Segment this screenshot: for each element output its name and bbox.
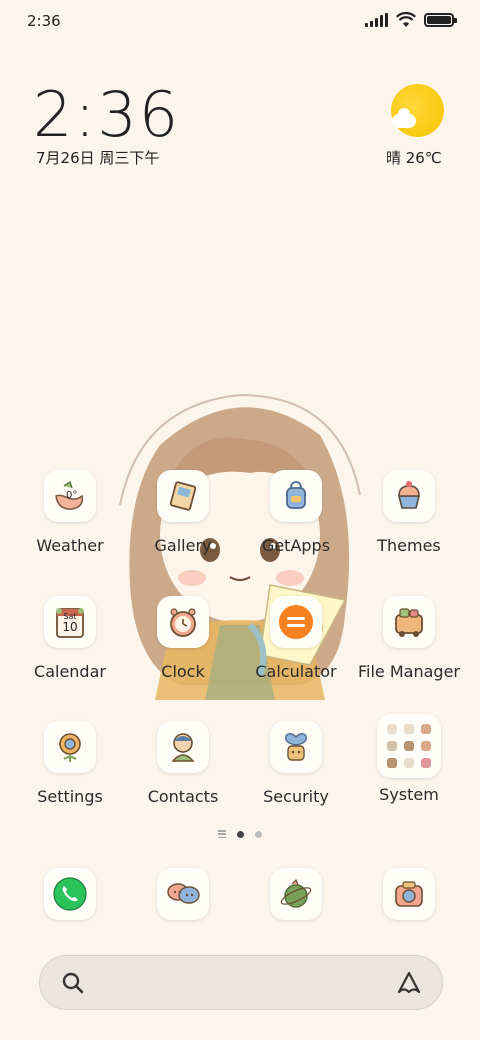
calendar-icon: Sat 10 [44,596,96,648]
browser-icon [270,868,322,920]
folder-icon [377,714,441,778]
app-settings[interactable]: Settings [14,721,126,806]
weather-icon: 0° [44,470,96,522]
settings-icon [44,721,96,773]
app-label-settings: Settings [37,787,103,806]
weather-widget-text[interactable]: 晴 26℃ [386,147,442,168]
status-time: 2:36 [27,12,61,30]
app-drawer-lines-icon[interactable] [218,830,226,838]
folder-mini-icon [386,723,397,734]
wifi-icon [396,12,416,27]
folder-mini-icon [403,758,414,769]
folder-mini-icon [403,723,414,734]
themes-icon [383,470,435,522]
clock-widget-time[interactable]: 2:36 [33,78,180,151]
clock-widget-date[interactable]: 7月26日 周三下午 [36,147,159,168]
app-label-themes: Themes [377,536,441,555]
calculator-icon [270,596,322,648]
battery-icon [424,13,457,27]
app-weather[interactable]: 0° Weather [14,470,126,555]
folder-mini-icon [421,723,432,734]
folder-mini-icon [386,758,397,769]
cloud-icon [392,108,416,128]
signal-icon [365,13,388,27]
app-label-system: System [379,785,439,804]
app-themes[interactable]: Themes [353,470,465,555]
dock-camera[interactable] [353,868,465,920]
calendar-icon-date: 10 [62,620,78,634]
folder-system[interactable]: System [353,714,465,804]
app-label-clock: Clock [161,662,205,681]
phone-icon [44,868,96,920]
dock-phone[interactable] [14,868,126,920]
app-label-security: Security [263,787,329,806]
search-bar[interactable] [39,955,443,1010]
folder-mini-icon [386,740,397,751]
assistant-icon[interactable] [396,970,422,996]
app-label-weather: Weather [36,536,104,555]
app-label-getapps: GetApps [261,536,331,555]
folder-mini-icon [403,740,414,751]
app-label-contacts: Contacts [147,787,219,806]
contacts-icon [157,721,209,773]
camera-icon [383,868,435,920]
messages-icon [157,868,209,920]
status-icons [365,12,457,28]
app-label-calendar: Calendar [34,662,106,681]
app-file-manager[interactable]: File Manager [353,596,465,681]
dock-browser[interactable] [240,868,352,920]
app-gallery[interactable]: Gallery [127,470,239,555]
app-getapps[interactable]: GetApps [240,470,352,555]
app-clock[interactable]: Clock [127,596,239,681]
app-calculator[interactable]: Calculator [240,596,352,681]
clock-icon [157,596,209,648]
page-dot[interactable] [255,830,262,838]
file-manager-icon [383,596,435,648]
security-icon [270,721,322,773]
getapps-icon [270,470,322,522]
status-bar: 2:36 [0,0,480,44]
page-dot-active[interactable] [237,830,244,838]
dock-messages[interactable] [127,868,239,920]
folder-mini-icon [421,740,432,751]
gallery-icon [157,470,209,522]
search-icon[interactable] [62,972,84,994]
app-label-file-manager: File Manager [358,662,460,681]
page-indicator[interactable] [0,830,480,838]
folder-mini-icon [421,758,432,769]
app-contacts[interactable]: Contacts [127,721,239,806]
weather-icon-temp: 0° [66,490,78,501]
app-label-gallery: Gallery [154,536,212,555]
app-calendar[interactable]: Sat 10 Calendar [14,596,126,681]
app-security[interactable]: Security [240,721,352,806]
app-label-calculator: Calculator [255,662,337,681]
